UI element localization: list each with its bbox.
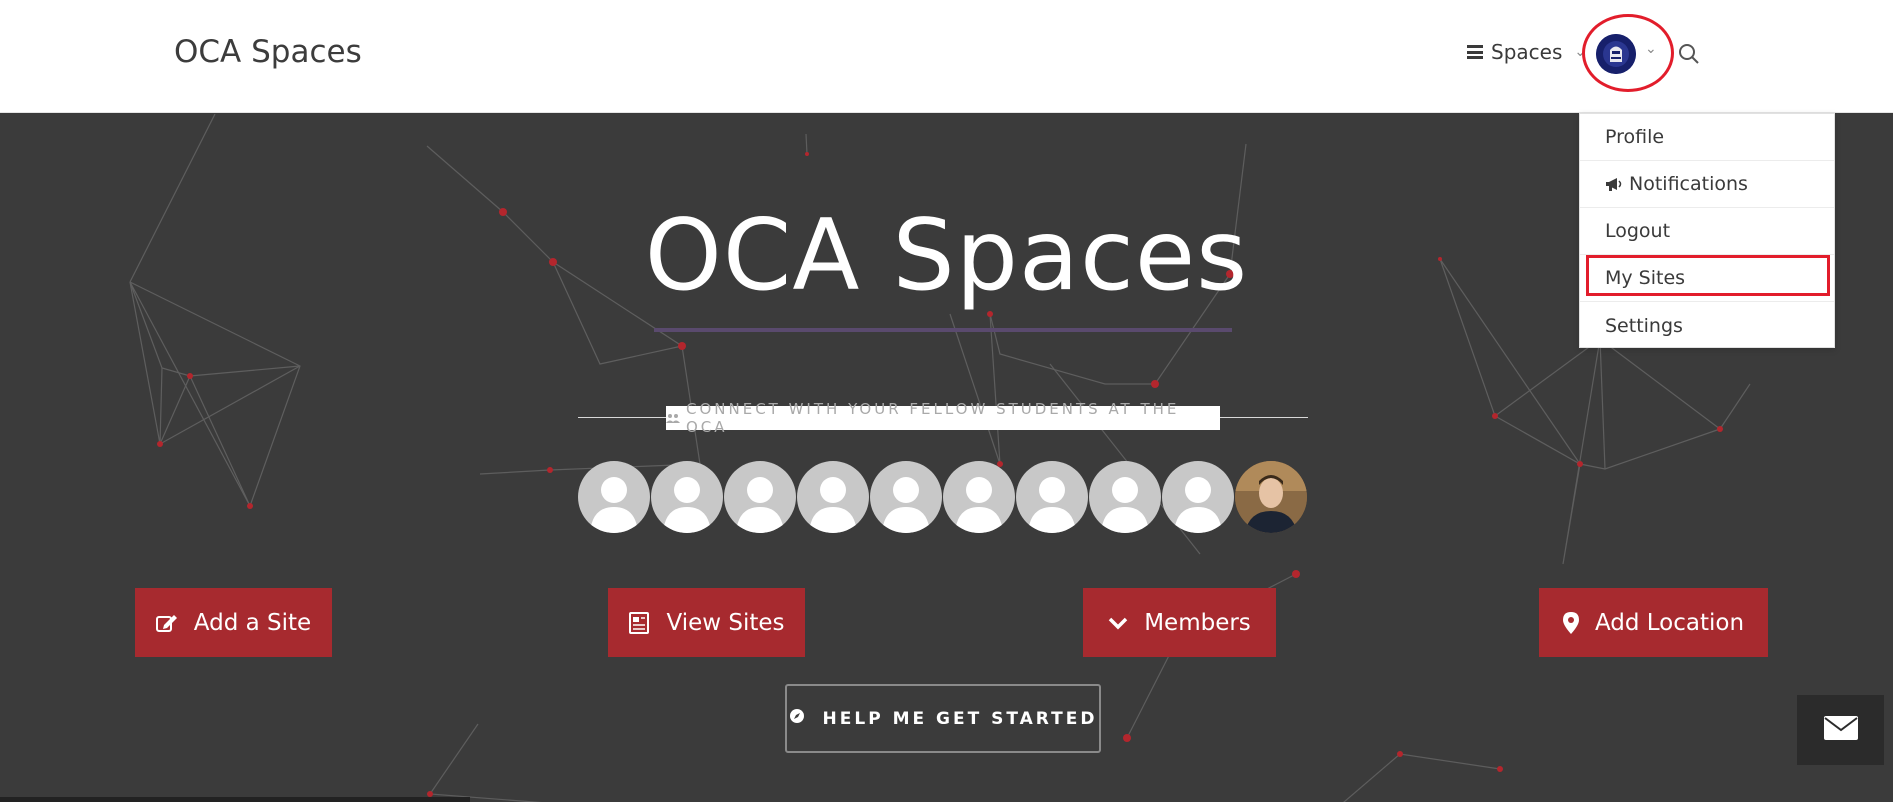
members-button[interactable]: Members [1083, 588, 1276, 657]
menu-item-profile[interactable]: Profile [1580, 114, 1834, 161]
member-avatars [578, 461, 1307, 533]
member-avatar[interactable] [943, 461, 1015, 533]
menu-item-label: Settings [1605, 314, 1683, 337]
spaces-menu-label: Spaces [1491, 40, 1563, 64]
add-location-button[interactable]: Add Location [1539, 588, 1768, 657]
help-me-get-started-button[interactable]: HELP ME GET STARTED [785, 684, 1101, 753]
compass-icon [789, 708, 805, 729]
title-underline [654, 328, 1232, 332]
help-label: HELP ME GET STARTED [822, 708, 1098, 729]
member-avatar[interactable] [724, 461, 796, 533]
user-avatar-icon[interactable] [1596, 34, 1636, 74]
view-sites-button[interactable]: View Sites [608, 588, 805, 657]
site-header: OCA Spaces Spaces ⌄ ⌄ [0, 0, 1893, 113]
member-avatar[interactable] [1016, 461, 1088, 533]
newspaper-icon [628, 611, 650, 634]
menu-item-label: Notifications [1629, 173, 1748, 195]
tagline-text: CONNECT WITH YOUR FELLOW STUDENTS AT THE… [686, 400, 1180, 436]
horizontal-scrollbar[interactable] [0, 797, 470, 802]
menu-item-notifications[interactable]: Notifications [1580, 161, 1834, 208]
member-avatar[interactable] [651, 461, 723, 533]
megaphone-icon [1605, 176, 1623, 192]
contact-mail-button[interactable] [1797, 695, 1884, 765]
site-brand[interactable]: OCA Spaces [174, 34, 362, 70]
envelope-icon [1823, 715, 1858, 745]
chevron-down-icon[interactable]: ⌄ [1645, 40, 1657, 57]
chevron-down-icon: ⌄ [1574, 44, 1587, 60]
member-avatar[interactable] [578, 461, 650, 533]
spaces-menu[interactable]: Spaces ⌄ [1467, 40, 1586, 64]
chevron-down-icon [1108, 616, 1128, 630]
edit-icon [155, 613, 178, 633]
user-dropdown-menu: Profile Notifications Logout My Sites Se… [1579, 113, 1835, 348]
menu-item-logout[interactable]: Logout [1580, 208, 1834, 255]
menu-item-my-sites[interactable]: My Sites [1580, 255, 1834, 302]
member-photo-avatar[interactable] [1235, 461, 1307, 533]
users-icon [666, 413, 680, 423]
menu-item-label: My Sites [1605, 267, 1686, 289]
search-icon[interactable] [1677, 42, 1701, 66]
member-avatar[interactable] [1089, 461, 1161, 533]
menu-item-label: Profile [1605, 126, 1665, 148]
members-label: Members [1144, 609, 1251, 636]
member-avatar[interactable] [797, 461, 869, 533]
add-site-button[interactable]: Add a Site [135, 588, 332, 657]
member-avatar[interactable] [1162, 461, 1234, 533]
hamburger-icon [1467, 45, 1483, 59]
map-pin-icon [1562, 611, 1579, 634]
add-location-label: Add Location [1594, 609, 1745, 636]
menu-item-label: Logout [1605, 220, 1671, 242]
view-sites-label: View Sites [666, 609, 785, 636]
member-avatar[interactable] [870, 461, 942, 533]
hero-tagline: CONNECT WITH YOUR FELLOW STUDENTS AT THE… [666, 400, 1220, 436]
add-site-label: Add a Site [193, 609, 312, 636]
menu-item-settings[interactable]: Settings [1580, 302, 1834, 349]
